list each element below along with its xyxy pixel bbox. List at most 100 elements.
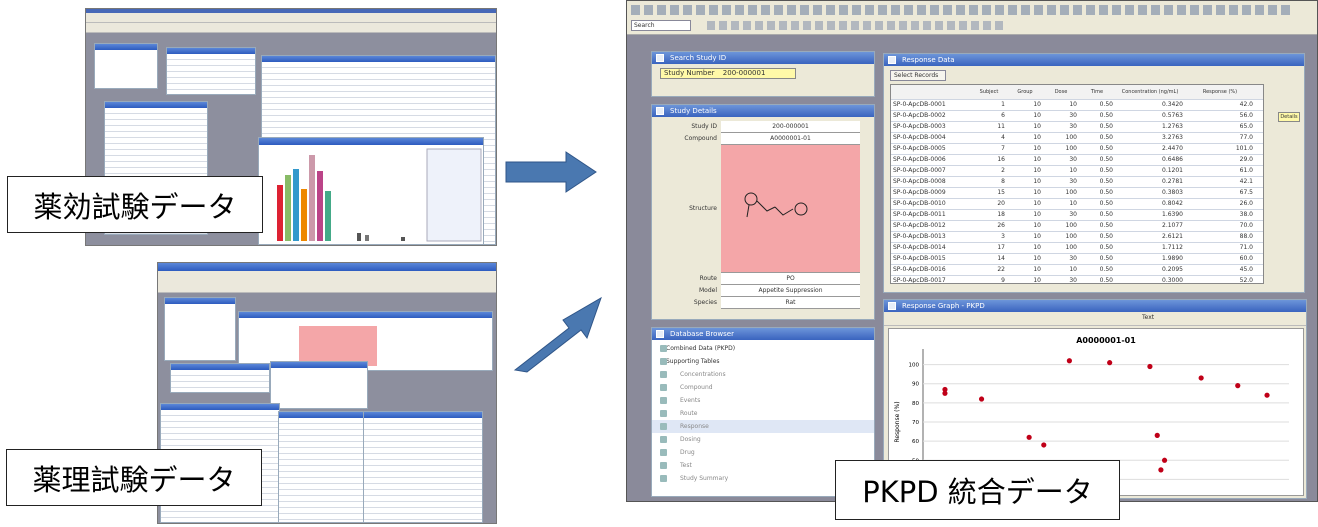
table-cell: SP-0-ApcDB-0012 [893,222,946,229]
species-key: Species [693,299,717,306]
table-cell: 52.0 [1239,277,1253,284]
y-tick-label: 80 [912,401,919,407]
table-cell: 0.3000 [1162,277,1183,284]
table-cell: 100 [1065,233,1077,240]
table-cell: 18 [997,211,1005,218]
table-cell: 10 [1033,244,1041,251]
table-cell: 0.50 [1099,156,1113,163]
table-cell: SP-0-ApcDB-0014 [893,244,946,251]
results-table: Subject Group Dose Time Concentration (ng/mL… [890,84,1264,284]
column-header[interactable]: Dose [1043,85,1079,99]
table-row[interactable]: SP-0-ApcDB-0012 26 10 100 0.50 2.1077 70.0 [891,221,1263,232]
data-point [1264,392,1270,398]
table-cell: 30 [1069,277,1077,284]
efficacy-callout: 薬効試験データ [7,176,263,233]
table-cell: 2 [1001,167,1005,174]
table-cell: 26 [997,222,1005,229]
table-cell: 10 [1069,200,1077,207]
table-cell: 100 [1065,189,1077,196]
table-cell: SP-0-ApcDB-0011 [893,211,946,218]
table-row[interactable]: SP-0-ApcDB-0013 3 10 100 0.50 2.6121 88.0 [891,232,1263,243]
chart-text-button[interactable]: Text [1142,314,1154,321]
table-cell: 0.5763 [1162,112,1183,119]
table-cell: 67.5 [1239,189,1253,196]
column-header[interactable]: Response (%) [1185,85,1255,99]
tree-item[interactable]: Dosing [652,433,874,446]
tree-item[interactable]: Concentrations [652,368,874,381]
table-cell: 30 [1069,112,1077,119]
table-cell: 71.0 [1239,244,1253,251]
y-tick-label: 70 [912,420,919,426]
tree-item[interactable]: Compound [652,381,874,394]
integrated-callout: PKPD 統合データ [835,460,1120,520]
data-point [1158,467,1164,473]
table-cell: SP-0-ApcDB-0006 [893,156,946,163]
table-row[interactable]: SP-0-ApcDB-0002 6 10 30 0.50 0.5763 56.0 [891,111,1263,122]
table-row[interactable]: SP-0-ApcDB-0007 2 10 10 0.50 0.1201 61.0 [891,166,1263,177]
select-records-button[interactable]: Select Records [890,70,946,81]
table-row[interactable]: SP-0-ApcDB-0003 11 10 30 0.50 1.2763 65.0 [891,122,1263,133]
table-cell: 10 [1033,156,1041,163]
table-cell: 10 [1069,167,1077,174]
table-cell: 14 [997,255,1005,262]
data-point [1154,432,1160,438]
tree-item[interactable]: Events [652,394,874,407]
column-header[interactable]: Subject [971,85,1007,99]
table-cell: 10 [1033,266,1041,273]
table-cell: 10 [1033,233,1041,240]
table-row[interactable]: SP-0-ApcDB-0014 17 10 100 0.50 1.7112 71.0 [891,243,1263,254]
table-cell: 0.50 [1099,134,1113,141]
search-input[interactable]: Search [631,20,691,31]
table-cell: 1 [1001,101,1005,108]
table-cell: 8 [1001,178,1005,185]
study-number-field[interactable]: Study Number 200-000001 [660,68,796,79]
table-row[interactable]: SP-0-ApcDB-0017 9 10 30 0.50 0.3000 52.0 [891,276,1263,284]
table-cell: 17 [997,244,1005,251]
table-row[interactable]: SP-0-ApcDB-0006 16 10 30 0.50 0.6486 29.0 [891,155,1263,166]
table-cell: 0.50 [1099,277,1113,284]
tree-root-supporting[interactable]: Supporting Tables [652,355,874,368]
table-cell: 16 [997,156,1005,163]
table-row[interactable]: SP-0-ApcDB-0011 18 10 30 0.50 1.6390 38.0 [891,210,1263,221]
table-row[interactable]: SP-0-ApcDB-0005 7 10 100 0.50 2.4470 101.0 [891,144,1263,155]
tree-item[interactable]: Response [652,420,874,433]
table-cell: 88.0 [1239,233,1253,240]
table-cell: SP-0-ApcDB-0013 [893,233,946,240]
table-row[interactable]: SP-0-ApcDB-0004 4 10 100 0.50 3.2763 77.0 [891,133,1263,144]
column-header[interactable]: Group [1007,85,1043,99]
table-cell: 0.50 [1099,255,1113,262]
table-cell: 7 [1001,145,1005,152]
table-cell: 0.8042 [1162,200,1183,207]
table-cell: 0.2095 [1162,266,1183,273]
table-cell: 30 [1069,123,1077,130]
data-point [1107,360,1113,366]
toolbar: Search [627,1,1317,35]
compound-key: Compound [684,135,717,142]
table-cell: 22 [997,266,1005,273]
table-cell: 56.0 [1239,112,1253,119]
column-header[interactable] [891,85,971,99]
table-cell: 15 [997,189,1005,196]
column-header[interactable]: Time [1079,85,1115,99]
data-point [942,390,948,396]
compound-value: A0000001-01 [721,133,860,145]
details-button[interactable]: Details [1278,112,1300,122]
tree-item[interactable]: Route [652,407,874,420]
route-value: PO [721,273,860,285]
table-cell: 0.50 [1099,211,1113,218]
chart-toolbar: Text [884,312,1306,326]
table-row[interactable]: SP-0-ApcDB-0001 1 10 10 0.50 0.3420 42.0 [891,100,1263,111]
table-row[interactable]: SP-0-ApcDB-0010 20 10 10 0.50 0.8042 26.0 [891,199,1263,210]
column-header[interactable]: Concentration (ng/mL) [1115,85,1185,99]
table-row[interactable]: SP-0-ApcDB-0016 22 10 10 0.50 0.2095 45.0 [891,265,1263,276]
table-cell: SP-0-ApcDB-0016 [893,266,946,273]
table-cell: SP-0-ApcDB-0002 [893,112,946,119]
table-cell: 42.1 [1239,178,1253,185]
table-row[interactable]: SP-0-ApcDB-0009 15 10 100 0.50 0.3803 67.5 [891,188,1263,199]
table-cell: 1.7112 [1162,244,1183,251]
table-row[interactable]: SP-0-ApcDB-0008 8 10 30 0.50 0.2781 42.1 [891,177,1263,188]
tree-item[interactable]: Drug [652,446,874,459]
table-row[interactable]: SP-0-ApcDB-0015 14 10 30 0.50 1.9890 60.0 [891,254,1263,265]
tree-root-combined[interactable]: Combined Data (PKPD) [652,342,874,355]
table-cell: 0.3803 [1162,189,1183,196]
